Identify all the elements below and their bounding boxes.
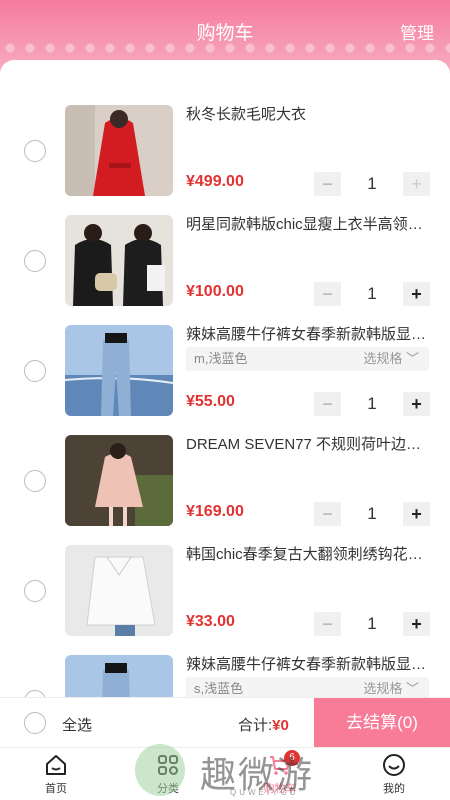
product-price: ¥169.00 <box>186 503 244 520</box>
bottom-tab-bar: 首页 分类 6 购物车 我的 <box>0 747 450 800</box>
spec-selector[interactable]: m,浅蓝色 选规格 ﹀ <box>186 347 429 371</box>
product-name[interactable]: 辣妹高腰牛仔裤女春季新款韩版显瘦直筒 <box>186 655 431 675</box>
product-image[interactable] <box>65 435 173 526</box>
product-price: ¥33.00 <box>186 613 235 630</box>
product-image[interactable] <box>65 325 173 416</box>
product-price: ¥499.00 <box>186 173 244 190</box>
quantity-stepper: − 1 + <box>314 502 430 526</box>
decrease-button[interactable]: − <box>314 172 341 196</box>
increase-button[interactable]: + <box>403 502 430 526</box>
select-all-label[interactable]: 全选 <box>62 714 92 735</box>
manage-button[interactable]: 管理 <box>400 19 434 44</box>
quantity-stepper: − 1 + <box>314 282 430 306</box>
tab-category[interactable]: 分类 <box>138 752 198 796</box>
spec-select-label: 选规格 ﹀ <box>363 351 419 366</box>
cart-list-card: 秋冬长款毛呢大衣 ¥499.00 − 1 + 明星同款韩版chic显瘦上衣半高领… <box>0 60 450 700</box>
product-name[interactable]: 秋冬长款毛呢大衣 <box>186 105 431 125</box>
cart-item: DREAM SEVEN77 不规则荷叶边连衣裙 ¥169.00 − 1 + <box>0 435 450 545</box>
smile-icon <box>383 754 405 776</box>
product-image[interactable] <box>65 545 173 636</box>
checkout-button[interactable]: 去结算(0) <box>314 698 450 748</box>
product-price: ¥55.00 <box>186 393 235 410</box>
product-image[interactable] <box>65 655 173 700</box>
cart-item: 韩国chic春季复古大翻领刺绣钩花衬衫 ¥33.00 − 1 + <box>0 545 450 655</box>
item-select-radio[interactable] <box>24 140 46 162</box>
chevron-down-icon: ﹀ <box>405 681 419 696</box>
cart-badge: 6 <box>284 750 300 766</box>
product-name[interactable]: 明星同款韩版chic显瘦上衣半高领长袖 <box>186 215 431 235</box>
increase-button[interactable]: + <box>403 172 430 196</box>
cart-item: 辣妹高腰牛仔裤女春季新款韩版显瘦直筒 m,浅蓝色 选规格 ﹀ ¥55.00 − … <box>0 325 450 435</box>
quantity-value[interactable]: 1 <box>341 392 403 416</box>
quantity-value[interactable]: 1 <box>341 172 403 196</box>
tab-label: 购物车 <box>263 783 297 795</box>
item-select-radio[interactable] <box>24 250 46 272</box>
quantity-stepper: − 1 + <box>314 392 430 416</box>
total-value: ¥0 <box>272 717 289 734</box>
quantity-value[interactable]: 1 <box>341 282 403 306</box>
decrease-button[interactable]: − <box>314 392 341 416</box>
product-name[interactable]: 韩国chic春季复古大翻领刺绣钩花衬衫 <box>186 545 431 565</box>
tab-label: 首页 <box>45 783 67 795</box>
tab-mine[interactable]: 我的 <box>364 752 424 796</box>
page-title: 购物车 <box>196 23 254 44</box>
quantity-stepper: − 1 + <box>314 612 430 636</box>
item-select-radio[interactable] <box>24 470 46 492</box>
item-select-radio[interactable] <box>24 580 46 602</box>
quantity-value[interactable]: 1 <box>341 502 403 526</box>
decrease-button[interactable]: − <box>314 502 341 526</box>
cart-item: 明星同款韩版chic显瘦上衣半高领长袖 ¥100.00 − 1 + <box>0 215 450 325</box>
spec-value: s,浅蓝色 <box>194 681 244 696</box>
item-select-radio[interactable] <box>24 360 46 382</box>
checkout-bar: 全选 合计:¥0 去结算(0) <box>0 697 450 748</box>
product-image[interactable] <box>65 215 173 306</box>
product-name[interactable]: 辣妹高腰牛仔裤女春季新款韩版显瘦直筒 <box>186 325 431 345</box>
tab-home[interactable]: 首页 <box>26 752 86 796</box>
spec-value: m,浅蓝色 <box>194 351 248 366</box>
tab-label: 分类 <box>157 783 179 795</box>
increase-button[interactable]: + <box>403 612 430 636</box>
select-all-radio[interactable] <box>24 712 46 734</box>
tab-cart[interactable]: 6 购物车 <box>250 750 310 796</box>
product-price: ¥100.00 <box>186 283 244 300</box>
increase-button[interactable]: + <box>403 392 430 416</box>
total-label: 合计: <box>238 717 273 734</box>
cart-list: 秋冬长款毛呢大衣 ¥499.00 − 1 + 明星同款韩版chic显瘦上衣半高领… <box>0 105 450 700</box>
increase-button[interactable]: + <box>403 282 430 306</box>
home-icon <box>46 755 66 775</box>
quantity-value[interactable]: 1 <box>341 612 403 636</box>
chevron-down-icon: ﹀ <box>405 351 419 366</box>
product-image[interactable] <box>65 105 173 196</box>
product-name[interactable]: DREAM SEVEN77 不规则荷叶边连衣裙 <box>186 435 431 455</box>
tab-label: 我的 <box>383 783 405 795</box>
decrease-button[interactable]: − <box>314 282 341 306</box>
category-icon <box>158 755 178 775</box>
decrease-button[interactable]: − <box>314 612 341 636</box>
cart-item: 辣妹高腰牛仔裤女春季新款韩版显瘦直筒 s,浅蓝色 选规格 ﹀ <box>0 655 450 700</box>
quantity-stepper: − 1 + <box>314 172 430 196</box>
cart-item: 秋冬长款毛呢大衣 ¥499.00 − 1 + <box>0 105 450 215</box>
total-display: 合计:¥0 <box>238 714 289 735</box>
